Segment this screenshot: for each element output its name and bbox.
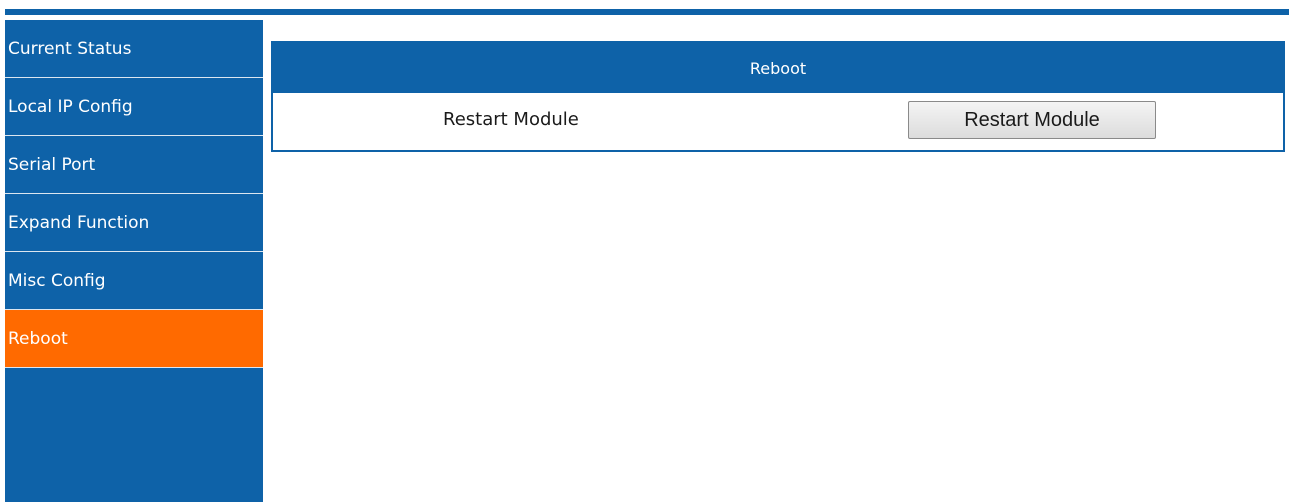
restart-module-label: Restart Module bbox=[443, 109, 579, 130]
reboot-panel: Reboot Restart Module Restart Module bbox=[271, 41, 1285, 152]
sidebar-item-reboot[interactable]: Reboot bbox=[5, 310, 263, 368]
sidebar-item-current-status[interactable]: Current Status bbox=[5, 20, 263, 78]
sidebar-item-label: Expand Function bbox=[8, 212, 150, 233]
top-bar bbox=[5, 9, 1289, 15]
sidebar-nav: Current Status Local IP Config Serial Po… bbox=[5, 20, 263, 502]
page: Current Status Local IP Config Serial Po… bbox=[0, 0, 1289, 502]
sidebar-item-label: Misc Config bbox=[8, 270, 106, 291]
sidebar-item-expand-function[interactable]: Expand Function bbox=[5, 194, 263, 252]
sidebar-item-misc-config[interactable]: Misc Config bbox=[5, 252, 263, 310]
sidebar-item-label: Current Status bbox=[8, 38, 132, 59]
sidebar-item-serial-port[interactable]: Serial Port bbox=[5, 136, 263, 194]
sidebar-item-label: Serial Port bbox=[8, 154, 96, 175]
restart-module-row: Restart Module Restart Module bbox=[273, 93, 1283, 150]
restart-module-button[interactable]: Restart Module bbox=[908, 101, 1156, 139]
panel-title: Reboot bbox=[273, 43, 1283, 93]
sidebar-item-local-ip-config[interactable]: Local IP Config bbox=[5, 78, 263, 136]
sidebar-item-label: Local IP Config bbox=[8, 96, 133, 117]
sidebar-item-label: Reboot bbox=[8, 328, 68, 349]
